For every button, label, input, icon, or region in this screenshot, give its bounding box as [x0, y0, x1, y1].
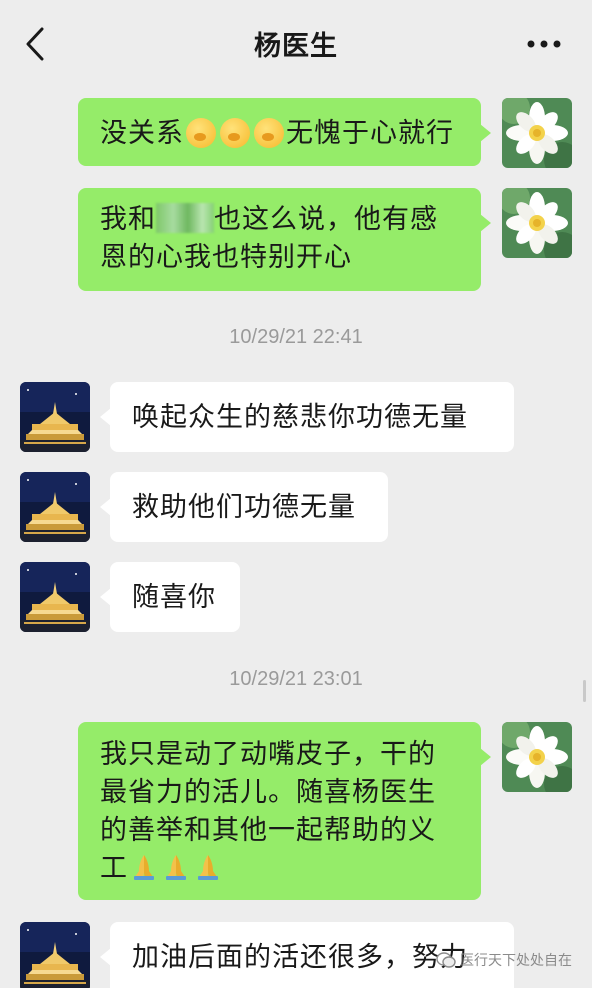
message-text: 我只是动了动嘴皮子，干的	[100, 739, 436, 770]
message-text: 唤起众生的慈悲你功德无量	[132, 402, 468, 433]
message-bubble-incoming[interactable]: 唤起众生的慈悲你功德无量	[100, 382, 514, 452]
facepalm-emoji-icon	[220, 118, 250, 148]
more-dots-icon	[527, 40, 561, 48]
chat-title: 杨医生	[254, 30, 338, 62]
watermark-text: 医行天下处处自在	[460, 953, 572, 969]
facepalm-emoji-icon	[254, 118, 284, 148]
message-text: 最省力的活儿。随喜杨医生	[100, 777, 436, 808]
folded-hands-icon	[198, 855, 218, 880]
contact-avatar[interactable]	[20, 472, 90, 542]
message-bubble-outgoing[interactable]: 没关系 无愧于心就行	[78, 98, 491, 166]
more-options-button[interactable]	[524, 28, 564, 60]
message-bubble-outgoing[interactable]: 我和 也这么说，他有感 恩的心我也特别开心	[78, 188, 491, 291]
timestamp: 10/29/21 23:01	[229, 668, 363, 690]
timestamp: 10/29/21 22:41	[229, 326, 363, 348]
facepalm-emoji-icon	[186, 118, 216, 148]
message-text: 加油后面的活还很多，努力	[132, 942, 468, 973]
watermark: 医行天下处处自在	[436, 950, 572, 970]
redacted-name	[156, 203, 214, 233]
message-text: 恩的心我也特别开心	[100, 242, 352, 273]
message-bubble-outgoing[interactable]: 我只是动了动嘴皮子，干的 最省力的活儿。随喜杨医生 的善举和其他一起帮助的义 工	[78, 722, 491, 900]
message-text: 没关系	[100, 118, 184, 149]
contact-avatar[interactable]	[20, 562, 90, 632]
message-text: 也这么说，他有感	[214, 204, 438, 235]
contact-avatar[interactable]	[20, 382, 90, 452]
message-text: 随喜你	[132, 582, 216, 613]
wechat-logo-icon	[436, 952, 456, 968]
back-button[interactable]	[18, 24, 52, 64]
self-avatar[interactable]	[502, 98, 572, 168]
contact-avatar[interactable]	[20, 922, 90, 988]
message-text: 无愧于心就行	[286, 118, 454, 149]
message-text: 救助他们功德无量	[132, 492, 356, 523]
message-text: 工	[100, 853, 128, 884]
folded-hands-icon	[134, 855, 154, 880]
chevron-left-icon	[26, 27, 44, 61]
message-text: 我和	[100, 204, 156, 235]
folded-hands-icon	[166, 855, 186, 880]
self-avatar[interactable]	[502, 722, 572, 792]
message-bubble-incoming[interactable]: 救助他们功德无量	[100, 472, 388, 542]
message-bubble-incoming[interactable]: 随喜你	[100, 562, 240, 632]
message-text: 的善举和其他一起帮助的义	[100, 815, 436, 846]
self-avatar[interactable]	[502, 188, 572, 258]
chat-header: 杨医生	[0, 0, 592, 86]
scrollbar-thumb[interactable]	[583, 680, 586, 702]
